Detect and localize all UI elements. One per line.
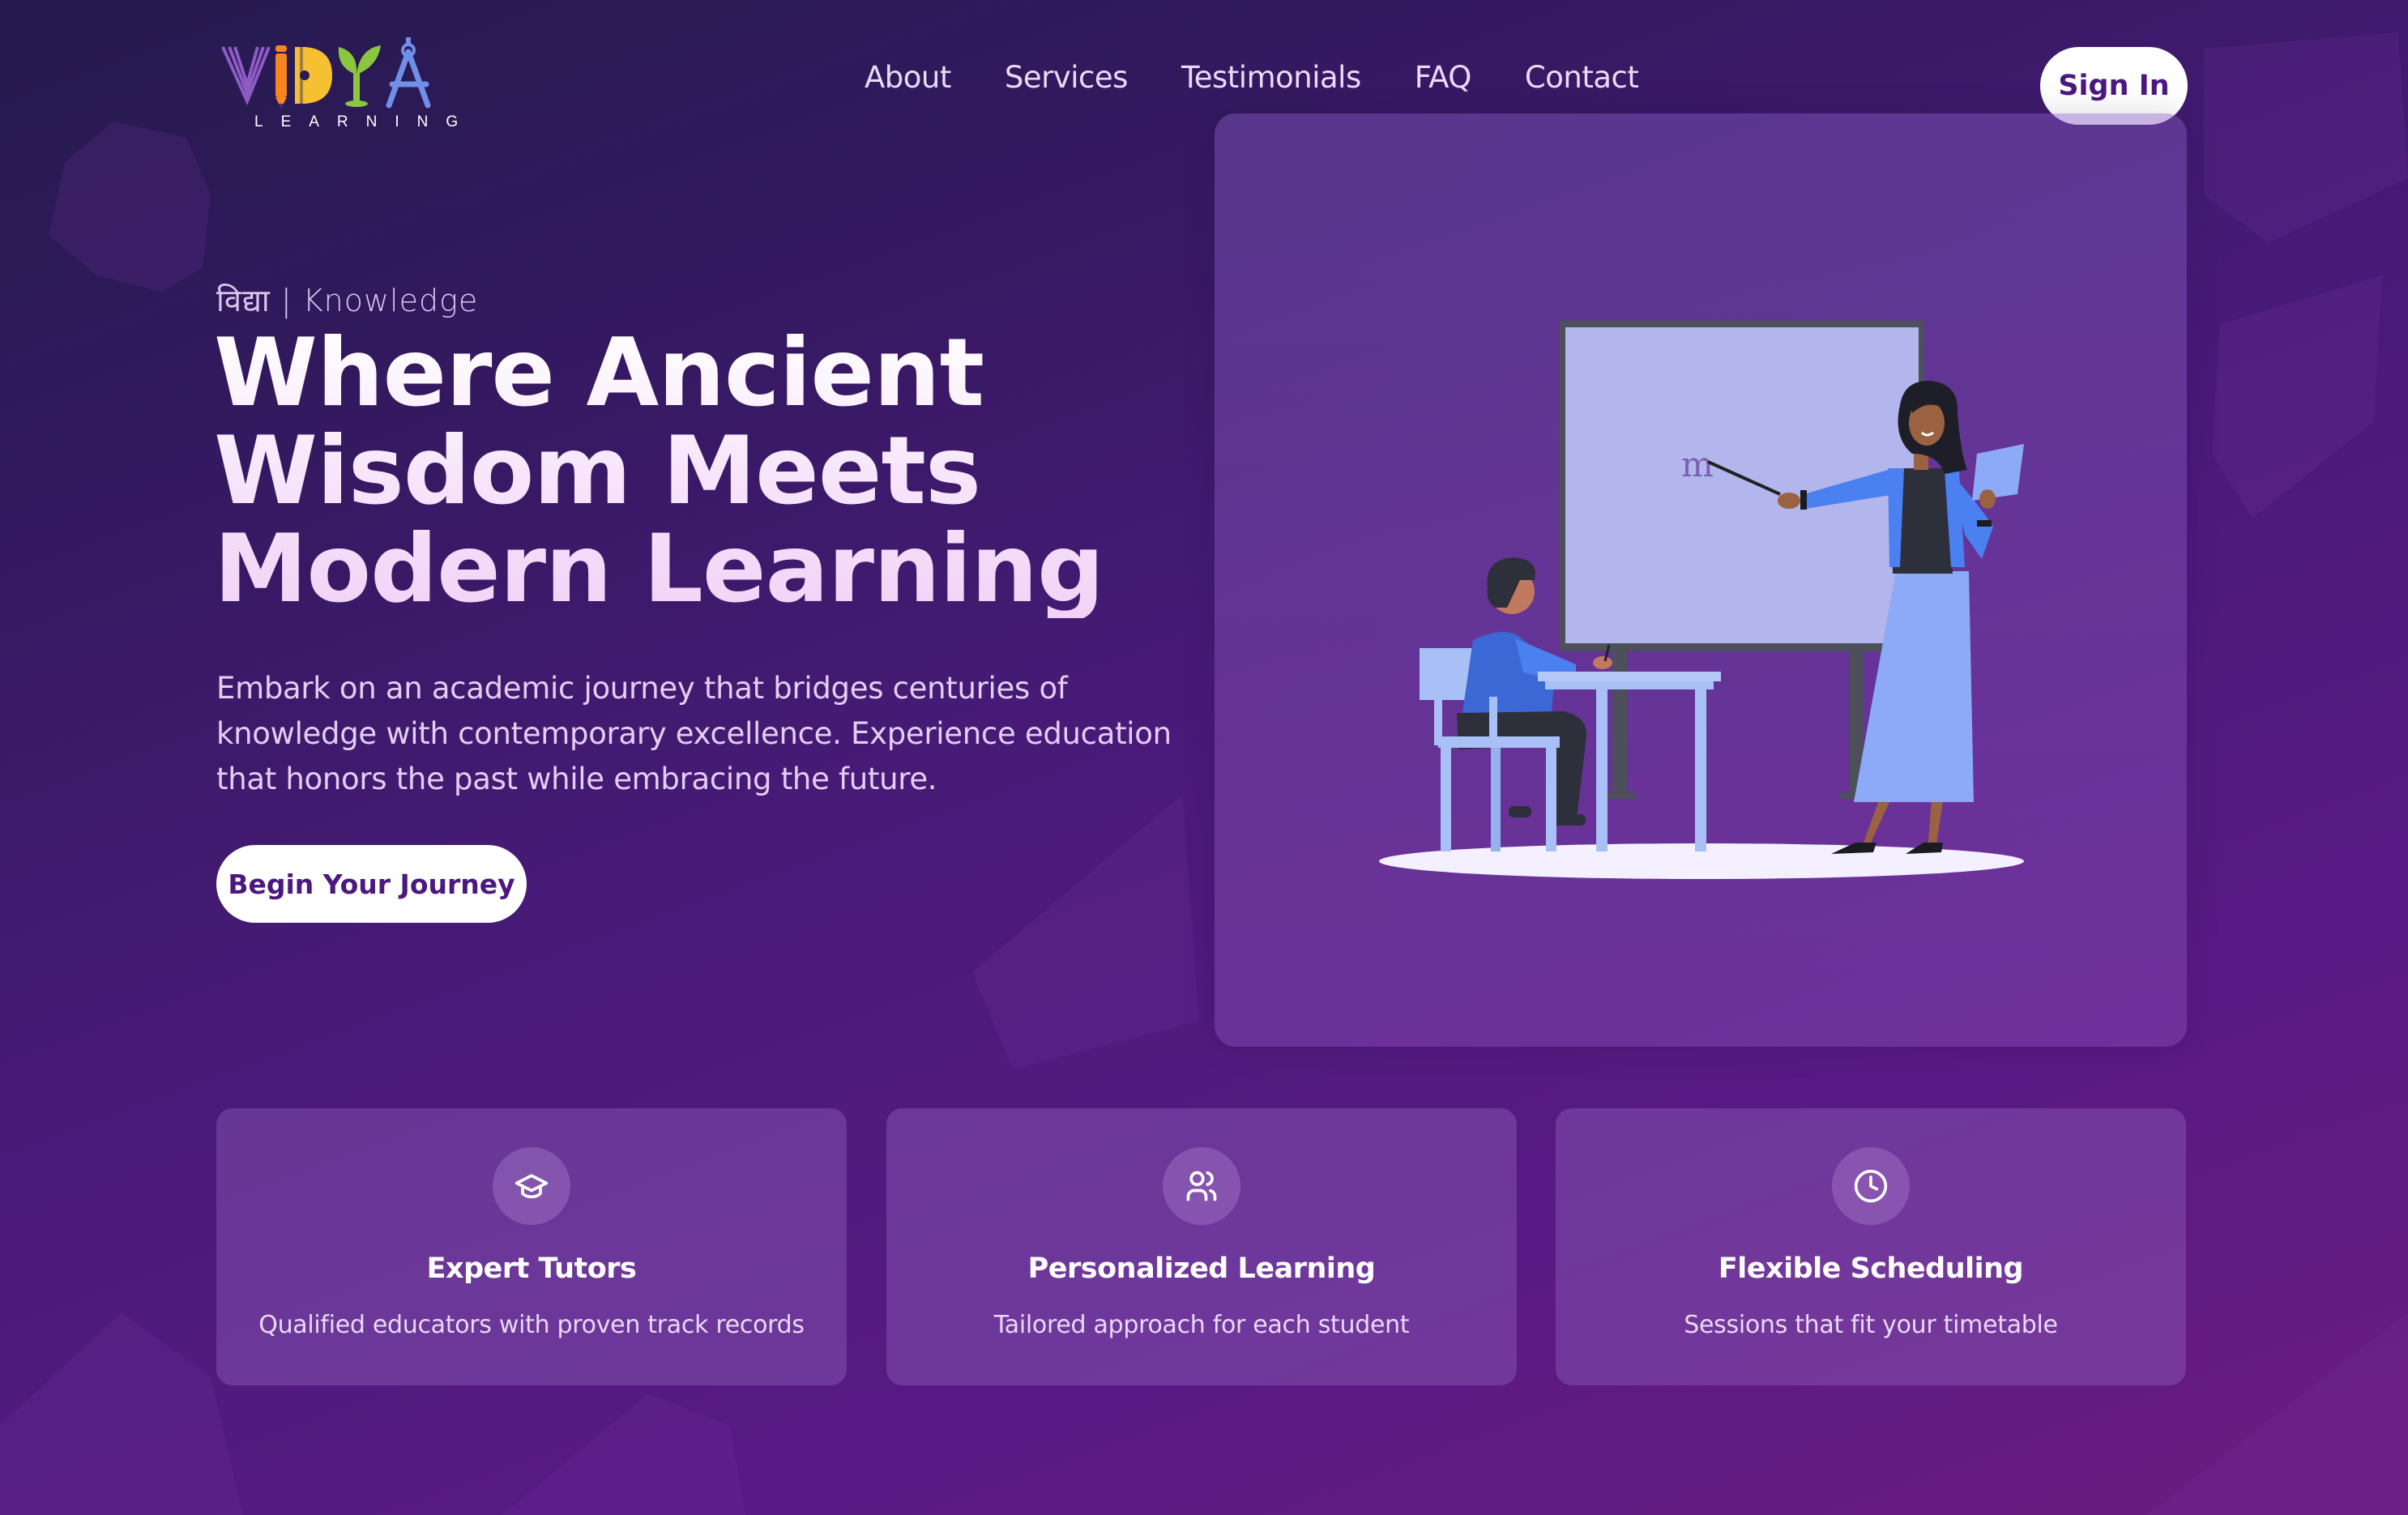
feature-description: Tailored approach for each student bbox=[993, 1311, 1410, 1339]
nav-testimonials[interactable]: Testimonials bbox=[1181, 60, 1361, 95]
graduation-cap-icon bbox=[514, 1174, 549, 1199]
hero-eyebrow: विद्या | Knowledge bbox=[216, 283, 479, 318]
clock-icon bbox=[1854, 1169, 1888, 1203]
main-nav: About Services Testimonials FAQ Contact bbox=[865, 60, 1639, 95]
nav-contact[interactable]: Contact bbox=[1525, 60, 1639, 95]
feature-title: Personalized Learning bbox=[1027, 1253, 1376, 1285]
hero-illustration-card: m bbox=[1215, 113, 2187, 1047]
users-icon bbox=[1186, 1171, 1217, 1201]
hero-headline: Where Ancient Wisdom Meets Modern Learni… bbox=[214, 324, 1146, 618]
feature-icon-badge bbox=[1832, 1147, 1910, 1225]
logo-subtitle: LEARNING bbox=[254, 113, 476, 130]
begin-journey-button[interactable]: Begin Your Journey bbox=[216, 845, 527, 923]
feature-icon-badge bbox=[1163, 1147, 1240, 1225]
feature-card-flexible-scheduling[interactable]: Flexible Scheduling Sessions that fit yo… bbox=[1556, 1108, 2186, 1385]
nav-faq[interactable]: FAQ bbox=[1415, 60, 1472, 95]
feature-card-personalized-learning[interactable]: Personalized Learning Tailored approach … bbox=[886, 1108, 1517, 1385]
feature-icon-badge bbox=[493, 1147, 570, 1225]
headline-line: Wisdom Meets bbox=[214, 416, 981, 526]
feature-description: Qualified educators with proven track re… bbox=[258, 1311, 805, 1339]
classroom-illustration: m bbox=[1379, 321, 2024, 879]
nav-services[interactable]: Services bbox=[1005, 60, 1129, 95]
nav-about[interactable]: About bbox=[865, 60, 951, 95]
board-letter: m bbox=[1681, 445, 1714, 484]
headline-line: Modern Learning bbox=[214, 514, 1104, 624]
brand-logo[interactable]: LEARNING bbox=[219, 32, 462, 138]
headline-line: Where Ancient bbox=[214, 318, 984, 428]
feature-description: Sessions that fit your timetable bbox=[1684, 1311, 2058, 1339]
feature-title: Flexible Scheduling bbox=[1718, 1253, 2024, 1285]
feature-card-expert-tutors[interactable]: Expert Tutors Qualified educators with p… bbox=[216, 1108, 847, 1385]
feature-title: Expert Tutors bbox=[426, 1253, 637, 1285]
hero-description: Embark on an academic journey that bridg… bbox=[216, 671, 1172, 796]
vidya-logo-mark bbox=[221, 37, 431, 109]
